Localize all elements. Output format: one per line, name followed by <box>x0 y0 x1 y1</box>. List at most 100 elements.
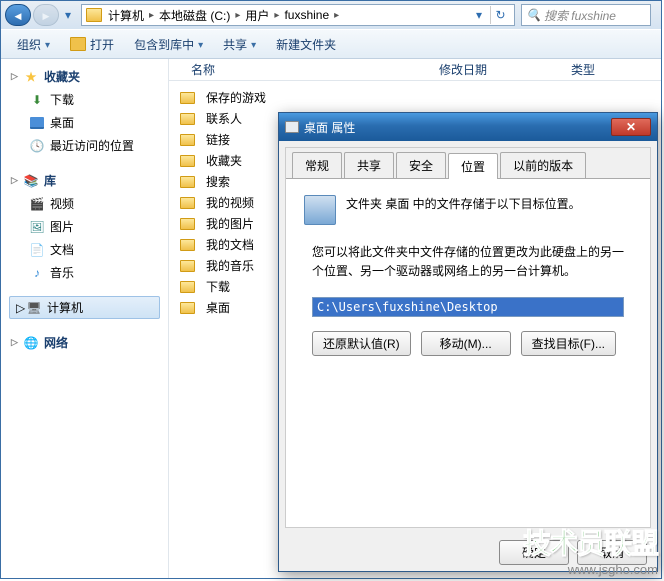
arrow-left-icon <box>15 8 22 22</box>
folder-large-icon <box>304 195 336 225</box>
sidebar-item-pictures[interactable]: 图片 <box>9 215 160 238</box>
list-item-label: 下载 <box>206 278 230 295</box>
toolbar: 组织 打开 包含到库中 共享 新建文件夹 <box>1 29 661 59</box>
list-item[interactable]: 保存的游戏 <box>179 87 651 108</box>
folder-icon <box>179 216 195 232</box>
search-icon: 🔍 <box>526 8 541 22</box>
list-item-label: 保存的游戏 <box>206 89 266 106</box>
folder-icon <box>179 279 195 295</box>
chevron-right-icon[interactable] <box>149 10 154 21</box>
tab-2[interactable]: 安全 <box>396 152 446 178</box>
sidebar-item-downloads[interactable]: 下载 <box>9 88 160 111</box>
list-item-label: 搜索 <box>206 173 230 190</box>
folder-icon <box>179 153 195 169</box>
list-item-label: 我的视频 <box>206 194 254 211</box>
crumb-3[interactable]: fuxshine <box>282 8 331 22</box>
folder-icon <box>179 174 195 190</box>
folder-icon <box>179 132 195 148</box>
list-item-label: 我的图片 <box>206 215 254 232</box>
address-dropdown[interactable] <box>472 6 486 24</box>
list-item-label: 桌面 <box>206 299 230 316</box>
recent-icon <box>29 138 45 154</box>
folder-icon <box>179 237 195 253</box>
cancel-button[interactable]: 取消 <box>577 540 647 565</box>
find-target-button[interactable]: 查找目标(F)... <box>521 331 616 356</box>
sidebar-item-computer[interactable]: ▷计算机 <box>9 296 160 319</box>
ok-button[interactable]: 确定 <box>499 540 569 565</box>
dialog-titlebar[interactable]: 桌面 属性 ✕ <box>279 113 657 141</box>
tab-1[interactable]: 共享 <box>344 152 394 178</box>
col-date[interactable]: 修改日期 <box>427 61 499 78</box>
titlebar: 计算机 本地磁盘 (C:) 用户 fuxshine ↻ 🔍搜索 fuxshine <box>1 1 661 29</box>
list-item-label: 我的音乐 <box>206 257 254 274</box>
crumb-2[interactable]: 用户 <box>243 7 271 24</box>
tab-content-location: 文件夹 桌面 中的文件存储于以下目标位置。 您可以将此文件夹中文件存储的位置更改… <box>286 178 650 527</box>
folder-icon <box>86 8 102 22</box>
tab-3[interactable]: 位置 <box>448 153 498 179</box>
search-placeholder: 搜索 fuxshine <box>544 7 616 24</box>
organize-button[interactable]: 组织 <box>9 33 58 56</box>
music-icon <box>29 265 45 281</box>
list-item-label: 收藏夹 <box>206 152 242 169</box>
address-bar[interactable]: 计算机 本地磁盘 (C:) 用户 fuxshine ↻ <box>81 4 515 26</box>
tab-4[interactable]: 以前的版本 <box>500 152 586 178</box>
back-button[interactable] <box>5 4 31 26</box>
search-box[interactable]: 🔍搜索 fuxshine <box>521 4 651 26</box>
document-icon <box>29 242 45 258</box>
path-input[interactable] <box>312 297 624 317</box>
libraries-header[interactable]: ▷库 <box>9 169 160 192</box>
close-button[interactable]: ✕ <box>611 118 651 136</box>
folder-icon <box>179 195 195 211</box>
picture-icon <box>29 219 45 235</box>
network-header[interactable]: ▷网络 <box>9 331 160 354</box>
restore-default-button[interactable]: 还原默认值(R) <box>312 331 411 356</box>
favorites-header[interactable]: ▷收藏夹 <box>9 65 160 88</box>
list-item-label: 联系人 <box>206 110 242 127</box>
share-button[interactable]: 共享 <box>215 33 264 56</box>
move-button[interactable]: 移动(M)... <box>421 331 511 356</box>
chevron-right-icon[interactable] <box>235 10 240 21</box>
col-type[interactable]: 类型 <box>559 61 607 78</box>
sidebar-item-music[interactable]: 音乐 <box>9 261 160 284</box>
sidebar-item-desktop[interactable]: 桌面 <box>9 111 160 134</box>
tab-strip: 常规共享安全位置以前的版本 <box>286 148 650 178</box>
star-icon <box>23 69 39 85</box>
properties-dialog: 桌面 属性 ✕ 常规共享安全位置以前的版本 文件夹 桌面 中的文件存储于以下目标… <box>278 112 658 572</box>
folder-icon <box>70 37 86 51</box>
col-name[interactable]: 名称 <box>179 61 227 78</box>
folder-icon <box>179 300 195 316</box>
folder-icon <box>179 258 195 274</box>
folder-icon <box>285 121 299 133</box>
sidebar-item-videos[interactable]: 视频 <box>9 192 160 215</box>
sidebar-item-recent[interactable]: 最近访问的位置 <box>9 134 160 157</box>
newfolder-button[interactable]: 新建文件夹 <box>268 33 344 56</box>
video-icon <box>29 196 45 212</box>
chevron-right-icon[interactable] <box>274 10 279 21</box>
computer-icon <box>26 300 42 316</box>
open-button[interactable]: 打开 <box>62 33 122 56</box>
arrow-right-icon <box>43 8 50 22</box>
dialog-title-text: 桌面 属性 <box>304 119 355 136</box>
tab-0[interactable]: 常规 <box>292 152 342 178</box>
download-icon <box>29 92 45 108</box>
list-item-label: 我的文档 <box>206 236 254 253</box>
crumb-1[interactable]: 本地磁盘 (C:) <box>157 7 232 24</box>
network-icon <box>23 335 39 351</box>
location-text-1: 文件夹 桌面 中的文件存储于以下目标位置。 <box>346 195 581 212</box>
chevron-right-icon[interactable] <box>334 10 339 21</box>
include-button[interactable]: 包含到库中 <box>126 33 211 56</box>
location-text-2: 您可以将此文件夹中文件存储的位置更改为此硬盘上的另一个位置、另一个驱动器或网络上… <box>312 243 624 281</box>
crumb-0[interactable]: 计算机 <box>106 7 146 24</box>
list-item-label: 链接 <box>206 131 230 148</box>
library-icon <box>23 173 39 189</box>
dialog-body: 常规共享安全位置以前的版本 文件夹 桌面 中的文件存储于以下目标位置。 您可以将… <box>285 147 651 528</box>
sidebar: ▷收藏夹 下载 桌面 最近访问的位置 ▷库 视频 图片 文档 音乐 ▷计算机 ▷… <box>1 59 169 578</box>
folder-icon <box>179 111 195 127</box>
history-dropdown[interactable] <box>61 6 75 24</box>
refresh-button[interactable]: ↻ <box>490 6 510 24</box>
folder-icon <box>179 90 195 106</box>
desktop-icon <box>30 117 44 129</box>
sidebar-item-documents[interactable]: 文档 <box>9 238 160 261</box>
column-headers: 名称 修改日期 类型 <box>169 59 661 81</box>
forward-button[interactable] <box>33 4 59 26</box>
